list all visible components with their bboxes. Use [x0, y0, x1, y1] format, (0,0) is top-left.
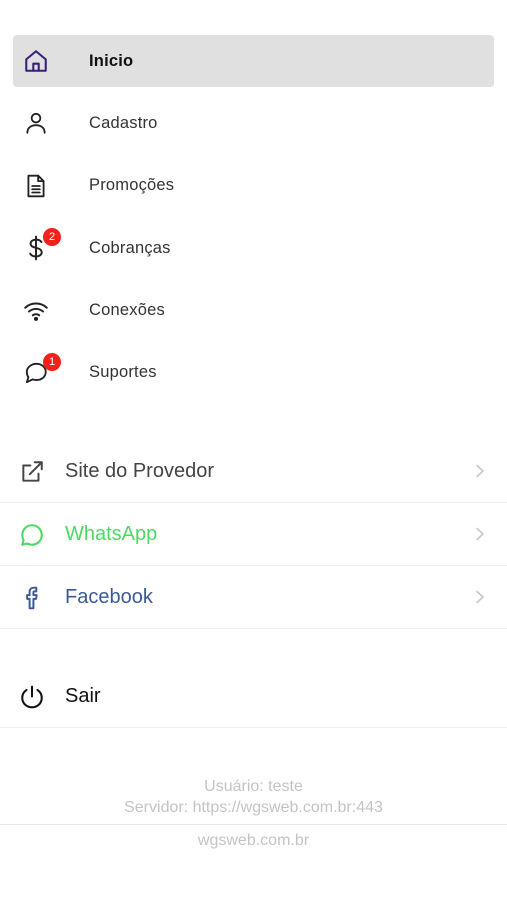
user-info: Usuário: teste — [204, 778, 303, 795]
menu-item-label: Suportes — [89, 363, 157, 382]
main-menu: Inicio Cadastro Promoções 2 Cobranças Co… — [13, 35, 494, 409]
menu-item-label: Conexões — [89, 301, 165, 320]
notification-badge: 1 — [43, 352, 61, 371]
chevron-right-icon — [475, 527, 485, 541]
menu-item-suportes[interactable]: 1 Suportes — [13, 347, 494, 399]
link-label: Site do Provedor — [65, 459, 214, 482]
session-info: Usuário: teste Servidor: https://wgsweb.… — [0, 777, 507, 818]
document-icon — [22, 172, 50, 200]
chevron-right-icon — [475, 590, 485, 604]
menu-item-label: Inicio — [89, 51, 134, 70]
menu-item-label: Cadastro — [89, 113, 158, 132]
menu-item-inicio[interactable]: Inicio — [13, 35, 494, 87]
wifi-icon — [22, 297, 50, 325]
menu-item-promocoes[interactable]: Promoções — [13, 160, 494, 212]
navigation-drawer: Inicio Cadastro Promoções 2 Cobranças Co… — [0, 0, 507, 900]
logout-button[interactable]: Sair — [0, 665, 507, 728]
home-icon — [22, 47, 50, 75]
link-whatsapp[interactable]: WhatsApp — [0, 503, 507, 566]
menu-item-cadastro[interactable]: Cadastro — [13, 97, 494, 149]
server-info: Servidor: https://wgsweb.com.br:443 — [124, 798, 383, 816]
facebook-icon — [18, 584, 46, 612]
menu-item-conexoes[interactable]: Conexões — [13, 285, 494, 337]
link-label: Facebook — [65, 585, 153, 608]
link-facebook[interactable]: Facebook — [0, 566, 507, 629]
link-label: WhatsApp — [65, 522, 158, 545]
external-link-icon — [18, 458, 46, 486]
notification-badge: 2 — [43, 228, 61, 247]
footer-divider — [0, 824, 507, 825]
footer-domain: wgsweb.com.br — [197, 832, 310, 849]
power-icon — [18, 683, 46, 711]
logout-label: Sair — [65, 684, 101, 707]
external-links: Site do Provedor WhatsApp Facebook — [0, 440, 507, 629]
menu-item-label: Promoções — [89, 176, 175, 195]
link-site-provedor[interactable]: Site do Provedor — [0, 440, 507, 503]
menu-item-cobrancas[interactable]: 2 Cobranças — [13, 222, 494, 274]
chevron-right-icon — [475, 464, 485, 478]
menu-item-label: Cobranças — [89, 238, 171, 257]
user-icon — [22, 109, 50, 137]
whatsapp-icon — [18, 521, 46, 549]
